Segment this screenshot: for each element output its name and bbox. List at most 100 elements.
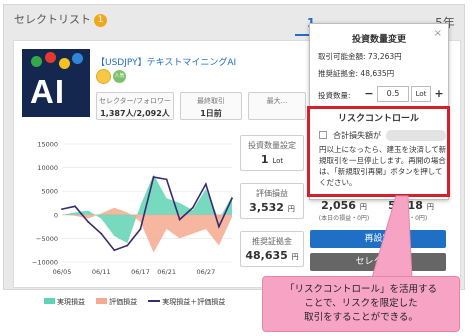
stat-last-trade: 最終取引 1日前 <box>180 92 242 120</box>
avatar-icon <box>96 69 111 84</box>
recommended-value: 48,635円 <box>360 69 395 78</box>
legend-unrealized: 評価損益 <box>109 298 138 306</box>
prev-note: (前日・0円) <box>394 215 428 222</box>
eval-unit: 円 <box>287 205 295 213</box>
available-label: 取引可能金額: <box>318 52 366 61</box>
quantity-setting-box[interactable]: 投資数量設定 1 Lot <box>240 135 304 171</box>
y-tick-label: 5000 <box>41 188 58 196</box>
lot-select[interactable]: Lot <box>411 86 431 102</box>
callout-line-1: 「リスクコントロール」を活用する <box>284 284 437 295</box>
yellow-dot-icon <box>59 58 70 69</box>
quantity-input[interactable]: 0.5 <box>377 86 409 102</box>
logo-text: AI <box>30 73 65 110</box>
chart-legend: 実現損益 評価損益 実現損益＋評価損益 <box>44 297 225 307</box>
line-point <box>231 197 233 200</box>
risk-description: 円以上になったら、建玉を決済して新規取引を一旦停止します。再開の場合は、「新規取… <box>319 145 447 187</box>
y-tick-label: 10000 <box>37 164 58 172</box>
margin-unit: 円 <box>291 253 299 261</box>
minus-button[interactable]: − <box>363 86 375 102</box>
loss-limit-checkbox[interactable] <box>319 131 327 139</box>
y-tick-label: 0 <box>54 211 58 219</box>
quantity-stepper: − 0.5 Lot + <box>363 86 445 102</box>
explanation-callout: 「リスクコントロール」を活用する ことで、リスクを限定した 取引をすることができ… <box>262 276 460 332</box>
today-note: (本日の損益・0円) <box>318 215 370 222</box>
recommended-margin: 推奨証拠金: 48,635円 <box>318 68 394 79</box>
loss-amount-input[interactable] <box>386 130 446 141</box>
line-point <box>61 208 63 211</box>
pnl-chart: 15000 10000 5000 0 −5000 −1000006/05 06/11 06/1… <box>32 141 233 276</box>
y-tick-label: −5000 <box>36 235 58 243</box>
callout-line-2: ことで、リスクを限定した <box>304 298 418 309</box>
x-tick-label: 06/17 <box>131 268 150 276</box>
prev-pnl-box: 5,518 円 (前日・0円) <box>379 199 443 227</box>
prev-value: 5,518 <box>388 199 423 212</box>
today-unit: 円 <box>359 203 367 211</box>
popup-title: 投資数量変更 <box>351 35 406 45</box>
margin-value: 48,635 <box>245 249 288 262</box>
setting-label: 投資数量設定 <box>248 141 296 150</box>
line-point <box>218 225 220 228</box>
x-tick-label: 06/11 <box>92 268 111 276</box>
header-title: セレクトリスト <box>14 13 91 26</box>
reset-button[interactable]: 再設定 <box>310 230 446 248</box>
callout-line-3: 取引をすることができる。 <box>304 312 418 323</box>
legend-swatch-unrealized <box>96 298 108 304</box>
header: セレクトリスト 1 <box>14 11 107 27</box>
line-point <box>126 244 129 247</box>
stat-value: 1日前 <box>200 109 222 118</box>
line-point <box>152 176 155 178</box>
stat-label: セレクター/フォロワー <box>98 97 172 105</box>
main-frame: セレクトリスト1 1 5年 AI 【USDJPY】テキストマイニングAI 人気 … <box>3 4 465 306</box>
line-point <box>165 178 168 181</box>
line-point <box>113 249 116 252</box>
line-point <box>191 206 194 209</box>
recommended-margin-box: 推奨証拠金 48,635 円 <box>240 231 304 267</box>
line-point <box>74 205 76 208</box>
count-badge: 1 <box>94 14 107 27</box>
strategy-title[interactable]: 【USDJPY】テキストマイニングAI <box>96 55 236 68</box>
stat-followers: セレクター/フォロワー 1,387人/2,092人 <box>96 92 174 120</box>
strategy-logo: AI <box>22 49 90 117</box>
y-tick-label: −10000 <box>32 259 58 267</box>
available-value: 73,263円 <box>367 52 402 61</box>
line-point <box>139 228 142 230</box>
eval-label: 評価損益 <box>256 189 288 198</box>
blue-dot-icon <box>72 53 83 64</box>
setting-value: 1 <box>260 153 269 166</box>
legend-line-total <box>148 300 161 302</box>
stat-label: 最大... <box>266 97 288 105</box>
legend-realized: 実現損益 <box>57 298 85 306</box>
popular-badge: 人気 <box>113 70 126 83</box>
legend-swatch-realized <box>44 298 55 304</box>
line-point <box>100 232 103 235</box>
today-value: 2,056 <box>321 199 356 212</box>
stat-value: 1,387人/2,092人 <box>100 109 170 118</box>
line-point <box>87 220 90 223</box>
quantity-label: 投資数量: <box>318 91 351 100</box>
x-tick-label: 06/27 <box>196 268 215 276</box>
today-pnl-box: 2,056 円 (本日の損益・0円) <box>312 199 376 227</box>
select-button[interactable]: セレクト解 <box>310 253 446 271</box>
eval-value: 3,532 <box>249 201 284 214</box>
close-icon[interactable]: × <box>434 28 442 39</box>
legend-total: 実現損益＋評価損益 <box>162 298 226 306</box>
risk-control-section: リスクコントロール 合計損失額が 円以上になったら、建玉を決済して新規取引を一旦… <box>307 106 450 197</box>
green-dot-icon <box>31 56 42 67</box>
stat-label: 最終取引 <box>197 97 225 105</box>
plus-button[interactable]: + <box>433 86 445 102</box>
line-point <box>204 183 207 186</box>
available-amount: 取引可能金額: 73,263円 <box>318 51 402 62</box>
recommended-label: 推奨証拠金: <box>318 69 359 78</box>
x-tick-label: 06/21 <box>157 268 176 276</box>
risk-title: リスクコントロール <box>337 114 419 124</box>
y-tick-label: 15000 <box>37 141 58 149</box>
stat-max: 最大... <box>248 92 306 120</box>
line-point <box>178 218 181 221</box>
prev-unit: 円 <box>426 203 434 211</box>
eval-pnl-box: 評価損益 3,532 円 <box>240 183 304 219</box>
setting-unit: Lot <box>272 157 284 165</box>
x-tick-label: 06/05 <box>53 268 72 276</box>
red-dot-icon <box>45 52 56 63</box>
loss-limit-label: 合計損失額が <box>333 131 381 140</box>
margin-label: 推奨証拠金 <box>252 237 292 246</box>
